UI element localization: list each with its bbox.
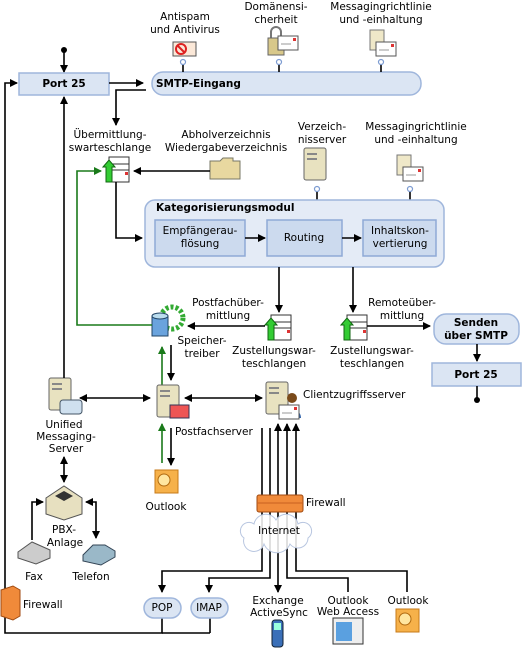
fax-icon (17, 541, 51, 565)
directory-server-label: nisserver (298, 134, 347, 146)
firewall-mid-label: Firewall (306, 497, 346, 509)
outlook-icon (154, 469, 179, 494)
port25-out-label: Port 25 (454, 369, 497, 381)
mailbox-delivery-label: mittlung (206, 310, 250, 322)
exchange-transport-diagram: Port 25 SMTP-Eingang Antispam und Antivi… (0, 1, 522, 648)
fax-label: Fax (25, 571, 43, 583)
domain-security-label: Domänensi- (244, 1, 307, 13)
store-driver-label: treiber (184, 348, 220, 360)
outlook-client-icon (395, 608, 420, 633)
agent-connectors (179, 58, 385, 72)
directory-server-label: Verzeich- (298, 121, 346, 133)
pbx-label: PBX- (52, 524, 76, 536)
folder-icon (209, 157, 241, 180)
pop-label: POP (152, 602, 173, 614)
policy2-label: Messagingrichtlinie (365, 121, 466, 133)
submission-queue-label: swarteschlange (69, 142, 151, 154)
telephone-icon (82, 544, 116, 566)
recipient-resolution-label: Empfängerau- (163, 225, 238, 237)
policy-label: und -einhaltung (339, 14, 422, 26)
web-browser-icon (332, 617, 364, 645)
remote-delivery-label: Remoteüber- (368, 297, 436, 309)
um-server-label: Unified (46, 419, 83, 431)
internet-label: Internet (258, 525, 300, 537)
pickup-label: Abholverzeichnis (181, 129, 270, 141)
mailbox-server-icon (156, 384, 190, 419)
antispam-icon (172, 41, 197, 57)
mobile-phone-icon (271, 619, 284, 648)
domain-security-label: cherheit (254, 14, 297, 26)
smtp-receive-label: SMTP-Eingang (156, 78, 241, 90)
end-dot (474, 397, 480, 403)
policy-scroll-icon (370, 30, 396, 56)
um-server-label: Server (49, 443, 84, 455)
um-server-label: Messaging- (36, 431, 96, 443)
mailbox-server-label: Postfachserver (175, 426, 253, 438)
content-conversion-label: Inhaltskon- (371, 225, 429, 237)
policy2-label: und -einhaltung (374, 134, 457, 146)
delivery-queue-icon (264, 314, 292, 341)
store-driver-icon (151, 304, 186, 337)
cas-server-icon (265, 381, 301, 420)
um-server-icon (48, 377, 83, 415)
port25-in-label: Port 25 (42, 78, 85, 90)
mailbox-delivery-label: Postfachüber- (192, 297, 264, 309)
delivery-queue-label: Zustellungswar- (330, 345, 414, 357)
owa-label: Web Access (317, 606, 379, 618)
submission-queue-icon (102, 156, 130, 183)
store-driver-label: Speicher- (177, 335, 226, 347)
pbx-icon (45, 485, 83, 521)
telephone-label: Telefon (71, 571, 109, 583)
delivery-queue-label: teschlangen (340, 358, 404, 370)
antispam-label: Antispam (160, 11, 210, 23)
antispam-label: und Antivirus (150, 24, 220, 36)
delivery-queue-label: teschlangen (242, 358, 306, 370)
routing-label: Routing (284, 232, 324, 244)
delivery-queue-icon (340, 314, 368, 341)
pickup-label: Wiedergabeverzeichnis (165, 142, 287, 154)
outlook-local-label: Outlook (146, 501, 188, 513)
content-conversion-label: vertierung (373, 238, 428, 250)
cas-label: Clientzugriffsserver (303, 389, 406, 401)
pbx-label: Anlage (47, 537, 83, 549)
firewall-left-label: Firewall (23, 599, 63, 611)
categorizer-title: Kategorisierungsmodul (156, 202, 294, 214)
submission-queue-label: Übermittlung- (73, 128, 146, 141)
policy2-scroll-icon (397, 155, 423, 181)
eas-label: ActiveSync (250, 607, 308, 619)
imap-label: IMAP (196, 602, 222, 614)
policy-label: Messagingrichtlinie (330, 1, 431, 13)
delivery-queue-label: Zustellungswar- (232, 345, 316, 357)
lock-icon (267, 26, 299, 56)
directory-server-icon (303, 147, 327, 181)
outlook-client-label: Outlook (388, 595, 430, 607)
firewall-mid-icon (256, 494, 304, 513)
recipient-resolution-label: flösung (181, 238, 219, 250)
remote-delivery-label: mittlung (380, 310, 424, 322)
send-smtp-label: Senden (454, 317, 498, 329)
firewall-left-icon (0, 585, 21, 621)
eas-label: Exchange (252, 595, 303, 607)
send-smtp-label: über SMTP (444, 330, 508, 342)
